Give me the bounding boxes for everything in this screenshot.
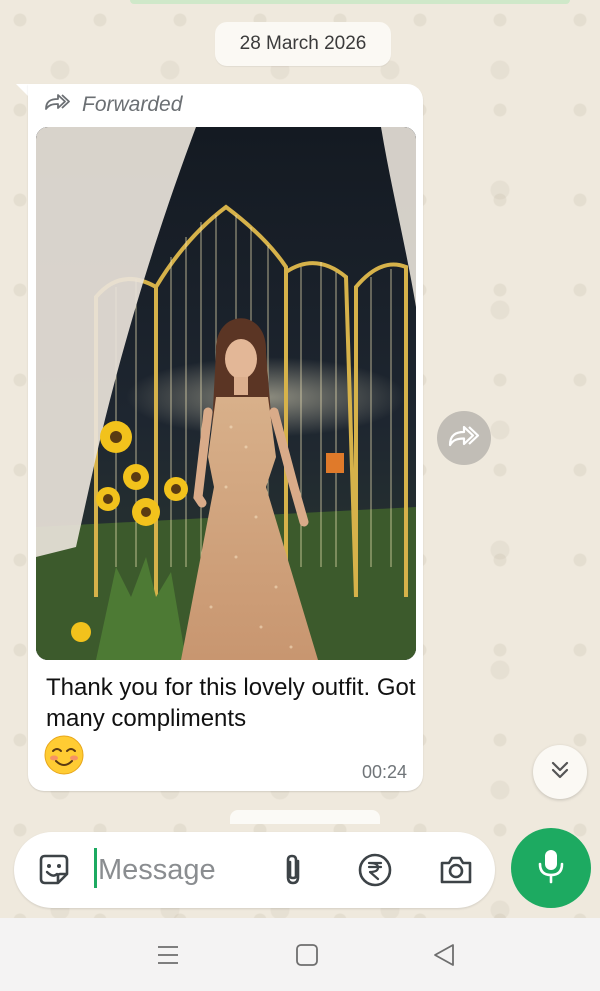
rupee-payment-icon[interactable] [357, 852, 393, 888]
attach-icon[interactable] [276, 852, 312, 888]
sticker-icon[interactable] [36, 852, 72, 888]
system-navigation-bar [0, 918, 600, 991]
home-icon[interactable] [292, 940, 322, 970]
text-cursor [94, 848, 97, 888]
voice-message-button[interactable] [511, 828, 591, 908]
double-chevron-down-icon [548, 758, 572, 787]
back-icon[interactable] [429, 940, 459, 970]
message-text: Thank you for this lovely outfit. Got ma… [46, 674, 416, 732]
forwarded-icon [44, 92, 70, 118]
menu-icon[interactable] [153, 940, 183, 970]
message-bubble[interactable]: Forwarded Thank you for this lovely outf… [28, 84, 423, 791]
message-input[interactable] [98, 850, 268, 890]
scroll-to-bottom-button[interactable] [533, 745, 587, 799]
forwarded-row: Forwarded [44, 92, 182, 118]
next-message-peek [230, 810, 380, 824]
camera-icon[interactable] [438, 852, 474, 888]
message-photo[interactable] [36, 127, 416, 660]
date-chip: 28 March 2026 [215, 22, 391, 66]
chat-background: 28 March 2026 Forwarded Thank you for th… [0, 0, 600, 918]
forward-message-button[interactable] [437, 411, 491, 465]
message-composer [14, 832, 495, 908]
top-status-strip [130, 0, 570, 4]
message-time: 00:24 [361, 762, 407, 782]
forward-icon [447, 423, 481, 454]
mic-icon [536, 848, 566, 889]
forwarded-label: Forwarded [82, 93, 183, 116]
blushing-smile-emoji-icon [44, 735, 84, 775]
